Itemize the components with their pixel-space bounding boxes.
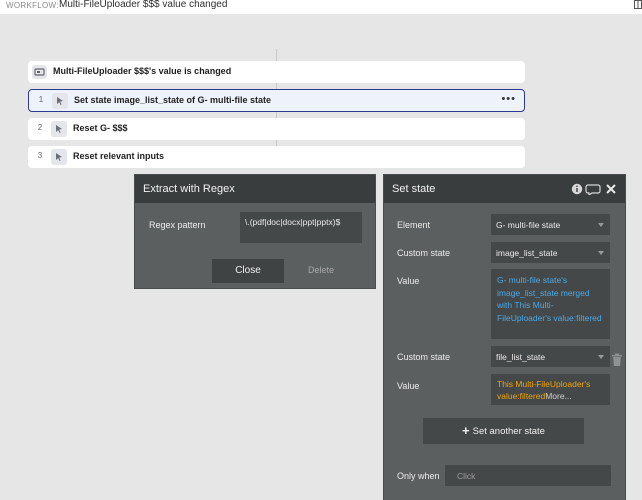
action-pointer-icon [51, 121, 67, 137]
panel-header: Set state [384, 175, 625, 203]
custom-state-dropdown-2[interactable]: file_list_state [491, 346, 610, 367]
workflow-step-2[interactable]: 2 Reset G- $$$ [28, 118, 525, 140]
workflow-step-3[interactable]: 3 Reset relevant inputs [28, 146, 525, 168]
set-another-state-label: Set another state [472, 426, 545, 437]
event-icon [32, 65, 47, 79]
comment-icon[interactable] [585, 184, 601, 195]
step-text: Set state image_list_state of G- multi-f… [74, 95, 272, 105]
element-label: Element [397, 220, 431, 230]
value-label: Value [397, 276, 420, 286]
trash-icon[interactable] [611, 353, 623, 367]
set-state-panel: Set state Element G- multi-file state Cu… [383, 174, 626, 500]
value-label-2: Value [397, 381, 420, 391]
workflow-event-row[interactable]: Multi-FileUploader $$$'s value is change… [28, 61, 525, 83]
close-button[interactable]: Close [212, 259, 284, 283]
only-when-label: Only when [397, 471, 440, 481]
step-number: 2 [37, 123, 43, 132]
value-expression-input-2[interactable]: This Multi-FileUploader's value:filtered… [491, 374, 610, 405]
panel-title: Extract with Regex [143, 183, 235, 195]
extract-regex-panel: Extract with Regex Regex pattern \.(pdf|… [134, 174, 376, 289]
value2-expression: This Multi-FileUploader's value:filtered [497, 379, 591, 401]
more-link[interactable]: More... [545, 391, 571, 401]
custom-state-value-2: file_list_state [496, 352, 546, 362]
step-menu-icon[interactable]: ••• [501, 93, 516, 105]
regex-pattern-input[interactable]: \.(pdf|doc|docx|ppt|pptx)$ [240, 212, 362, 243]
delete-button[interactable]: Delete [308, 265, 334, 275]
panel-toggle-icon[interactable] [634, 0, 642, 10]
close-icon[interactable] [606, 184, 616, 194]
action-pointer-icon [52, 93, 68, 109]
only-when-placeholder: Click [457, 471, 476, 481]
connector-line [276, 49, 277, 61]
element-dropdown[interactable]: G- multi-file state [491, 214, 610, 235]
set-another-state-button[interactable]: + Set another state [423, 418, 584, 444]
panel-header: Extract with Regex [135, 175, 375, 203]
action-pointer-icon [51, 149, 67, 165]
custom-state-value: image_list_state [496, 248, 558, 258]
panel-title: Set state [392, 183, 436, 195]
regex-pattern-label: Regex pattern [149, 220, 206, 230]
step-number: 1 [38, 95, 44, 104]
value-expression-input[interactable]: G- multi-file state's image_list_state m… [491, 269, 610, 339]
plus-icon: + [462, 423, 470, 438]
custom-state-label: Custom state [397, 248, 451, 258]
header-icons [571, 183, 616, 195]
step-text: Reset relevant inputs [73, 151, 165, 161]
custom-state-dropdown[interactable]: image_list_state [491, 242, 610, 263]
only-when-input[interactable]: Click [445, 465, 611, 486]
event-text: Multi-FileUploader $$$'s value is change… [53, 66, 232, 76]
workflow-label: WORKFLOW: [6, 1, 59, 10]
step-text: Reset G- $$$ [73, 123, 128, 133]
info-icon[interactable] [571, 183, 583, 195]
workflow-topbar: WORKFLOW: Multi-FileUploader $$$ value c… [0, 0, 642, 14]
step-number: 3 [37, 151, 43, 160]
custom-state-label-2: Custom state [397, 352, 451, 362]
element-value: G- multi-file state [496, 220, 561, 230]
workflow-title[interactable]: Multi-FileUploader $$$ value changed [59, 0, 227, 10]
workflow-step-1[interactable]: 1 Set state image_list_state of G- multi… [28, 89, 525, 112]
